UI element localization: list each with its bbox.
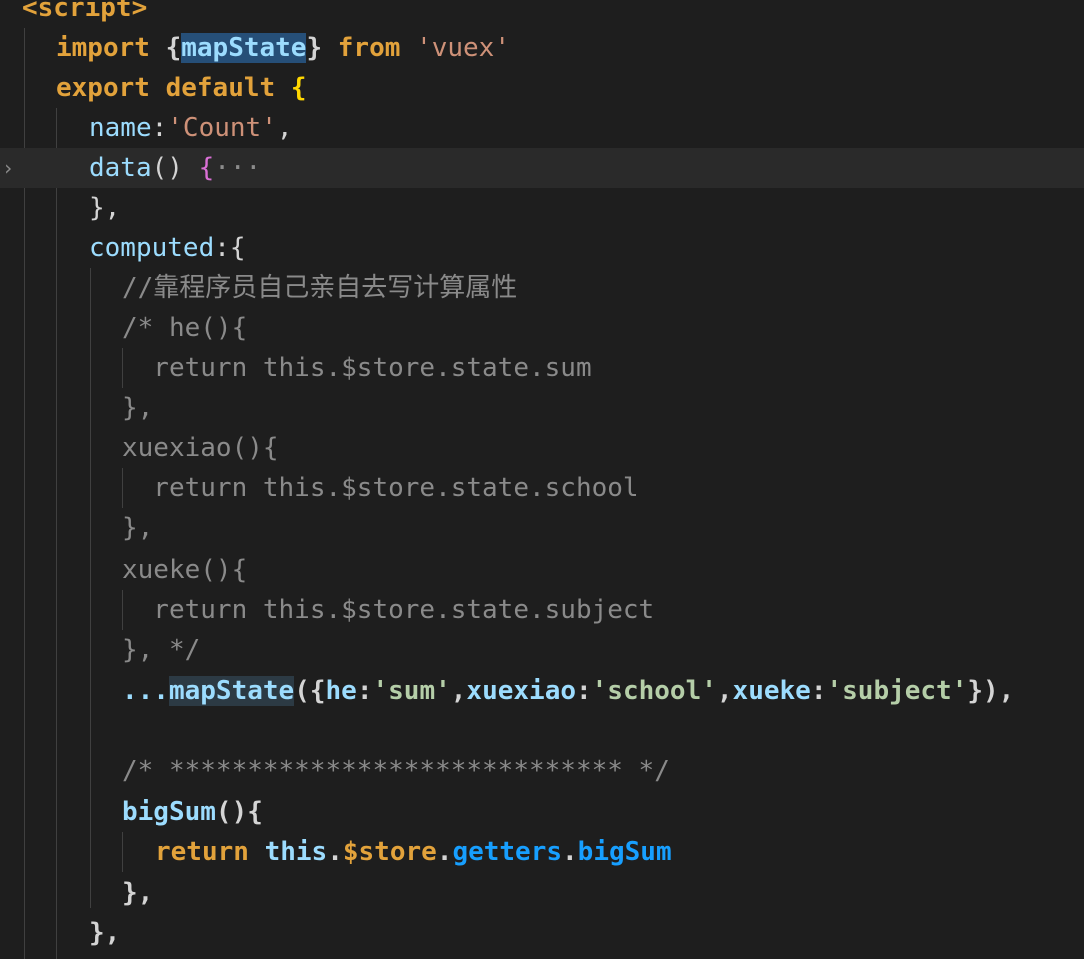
code-text: ({	[294, 676, 326, 706]
code-line-current[interactable]: › data() {···	[0, 148, 1084, 188]
code-line[interactable]: return this.$store.state.school	[0, 468, 1084, 508]
code-line[interactable]: },	[0, 913, 1084, 953]
string-literal: 'school'	[591, 676, 717, 706]
code-line[interactable]: name:'Count',	[0, 108, 1084, 148]
function-name: data	[89, 153, 152, 183]
code-line[interactable]: xueke(){	[0, 550, 1084, 590]
string-literal: 'sum'	[372, 676, 451, 706]
code-text: },	[122, 878, 154, 908]
property-key: name	[89, 113, 152, 143]
brace: {	[290, 73, 307, 103]
comment-text: xuexiao(){	[122, 433, 279, 463]
code-line[interactable]: <script>	[0, 0, 1084, 28]
export-keyword: export	[56, 73, 150, 103]
code-text: },	[89, 193, 121, 223]
brace: {	[198, 153, 215, 183]
code-line[interactable]: return this.$store.state.sum	[0, 348, 1084, 388]
comma: ,	[276, 113, 293, 143]
code-line[interactable]: },	[0, 508, 1084, 548]
bigsum-identifier: bigSum	[577, 837, 672, 867]
code-line[interactable]: /* ***************************** */	[0, 751, 1084, 791]
selected-text: mapState	[181, 33, 307, 63]
code-line[interactable]: computed:{	[0, 228, 1084, 268]
code-text: },	[89, 918, 121, 948]
comment-text: return this.$store.state.sum	[122, 353, 592, 383]
comment-text: //靠程序员自己亲自去写计算属性	[122, 273, 518, 303]
property-key: xuexiao	[466, 676, 576, 706]
return-keyword: return	[155, 837, 249, 867]
code-line[interactable]: bigSum(){	[0, 792, 1084, 832]
brace: {	[165, 33, 182, 63]
comment-text: }, */	[122, 635, 201, 665]
default-keyword: default	[165, 73, 276, 103]
parens: ()	[151, 153, 183, 183]
string-literal: 'subject'	[826, 676, 968, 706]
function-name: mapState	[168, 676, 295, 706]
code-text: }),	[967, 676, 1015, 706]
code-line[interactable]: /* he(){	[0, 308, 1084, 348]
fold-ellipsis[interactable]: ···	[214, 153, 261, 183]
comment-text: /* ***************************** */	[122, 756, 670, 786]
string-literal: 'vuex'	[416, 33, 510, 63]
colon: :	[151, 113, 168, 143]
property-key: xueke	[732, 676, 811, 706]
property-key: he	[325, 676, 357, 706]
from-keyword: from	[337, 33, 401, 63]
code-line[interactable]: import {mapState} from 'vuex'	[0, 28, 1084, 68]
store-identifier: $store	[342, 837, 437, 867]
code-text: (){	[215, 797, 263, 827]
code-line[interactable]: },	[0, 188, 1084, 228]
comment-text: xueke(){	[122, 555, 248, 585]
code-text: :{	[214, 233, 246, 263]
code-line[interactable]: ...mapState({he:'sum',xuexiao:'school',x…	[0, 671, 1084, 711]
code-line[interactable]: },	[0, 873, 1084, 913]
import-keyword: import	[56, 33, 150, 63]
code-line[interactable]: xuexiao(){	[0, 428, 1084, 468]
comment-text: /* he(){	[122, 313, 248, 343]
brace: }	[306, 33, 323, 63]
comment-text: },	[122, 513, 154, 543]
code-line[interactable]: //靠程序员自己亲自去写计算属性	[0, 268, 1084, 308]
fold-chevron-icon[interactable]: ›	[2, 148, 16, 188]
code-line[interactable]: export default {	[0, 68, 1084, 108]
string-literal: 'Count'	[167, 113, 277, 143]
spread-operator: ...	[122, 676, 169, 706]
function-name: bigSum	[122, 797, 216, 827]
comment-text: },	[122, 393, 154, 423]
this-keyword: this	[264, 837, 328, 867]
code-editor[interactable]: <script> import {mapState} from 'vuex' e…	[0, 0, 1084, 959]
script-tag: <script>	[22, 0, 148, 23]
property-key: computed	[89, 233, 215, 263]
getters-identifier: getters	[452, 837, 563, 867]
code-line[interactable]: }, */	[0, 630, 1084, 670]
comment-text: return this.$store.state.school	[122, 473, 639, 503]
code-line[interactable]: return this.$store.getters.bigSum	[0, 832, 1084, 872]
code-line[interactable]: return this.$store.state.subject	[0, 590, 1084, 630]
code-line[interactable]: },	[0, 388, 1084, 428]
comment-text: return this.$store.state.subject	[122, 595, 655, 625]
